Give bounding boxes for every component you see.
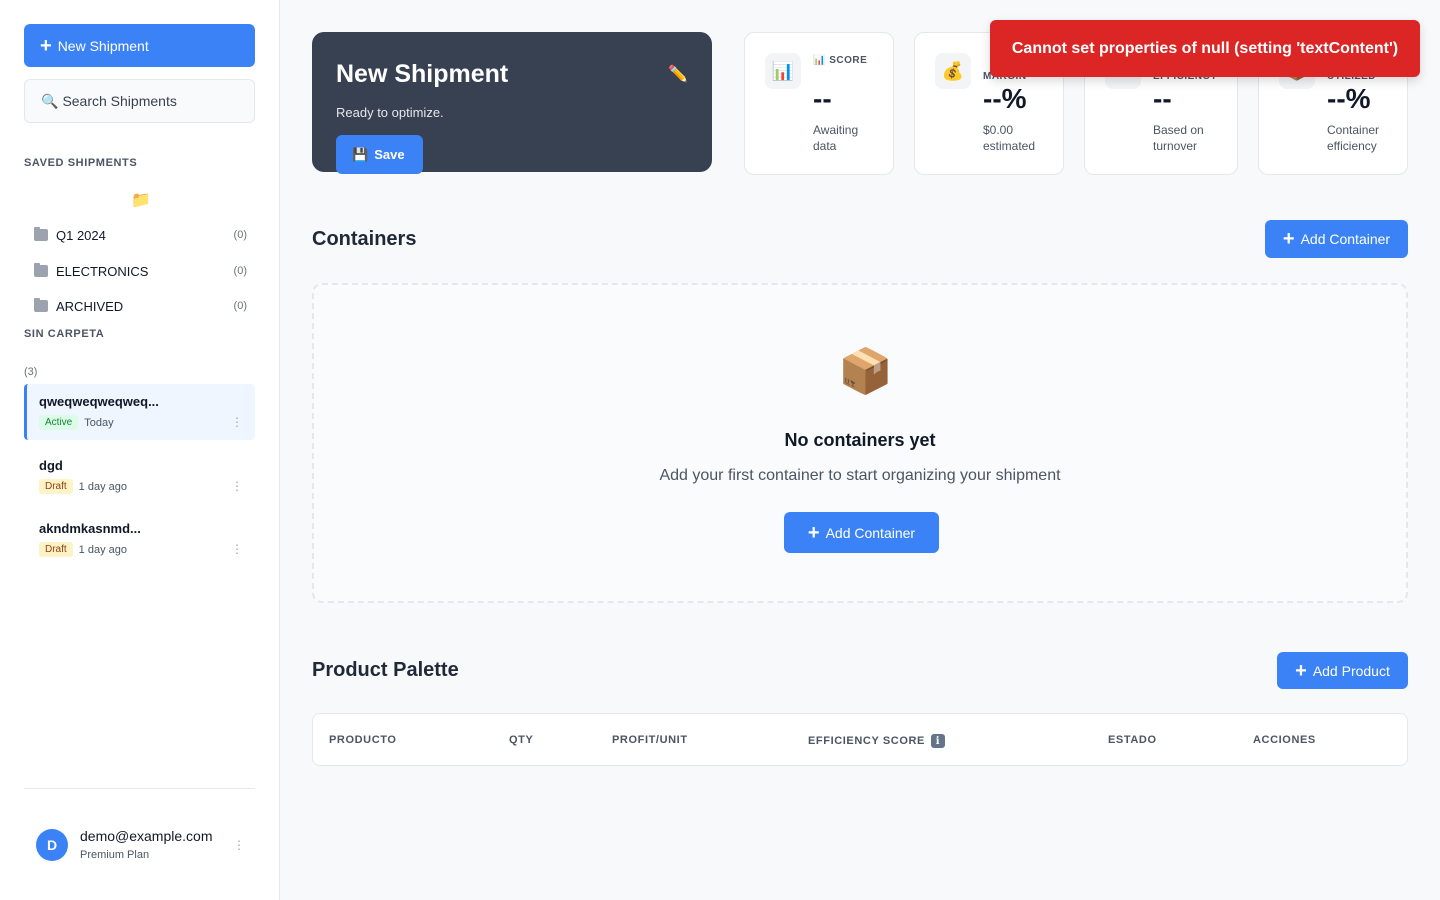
new-shipment-label: New Shipment bbox=[57, 37, 149, 54]
folder-count: (0) bbox=[233, 300, 247, 312]
folder-name: ARCHIVED bbox=[56, 298, 124, 314]
score-stat-card: 📊 📊 SCORE -- Awaiting data bbox=[744, 32, 894, 175]
shipment-item[interactable]: qweqweqweqweq... Active Today ⋮ bbox=[24, 384, 255, 440]
add-container-button[interactable]: + Add Container bbox=[784, 512, 939, 553]
plus-icon: + bbox=[807, 521, 820, 544]
add-container-button[interactable]: + Add Container bbox=[1265, 220, 1408, 258]
plus-icon: + bbox=[40, 34, 52, 57]
add-container-label: Add Container bbox=[1300, 231, 1391, 247]
add-product-label: Add Product bbox=[1312, 662, 1390, 679]
shipment-date: Today bbox=[84, 416, 114, 429]
add-container-label: Add Container bbox=[825, 524, 916, 541]
stat-value: --% bbox=[1327, 83, 1371, 114]
unfiled-count: (3) bbox=[24, 366, 38, 378]
status-badge: Draft bbox=[39, 479, 73, 494]
stat-note: Awaiting data bbox=[813, 123, 859, 153]
status-badge: Draft bbox=[39, 542, 73, 557]
product-table: PRODUCTO QTY PROFIT/UNIT EFFICIENCY SCOR… bbox=[312, 713, 1408, 766]
search-input[interactable]: 🔍 Search Shipments bbox=[24, 79, 255, 123]
save-button[interactable]: 💾 Save bbox=[336, 135, 423, 174]
folder-icon bbox=[34, 227, 48, 241]
folder-count: (0) bbox=[233, 229, 247, 241]
folder-item-q1-2024[interactable]: Q1 2024 (0) bbox=[24, 220, 255, 250]
shipment-item[interactable]: akndmkasnmd... Draft 1 day ago ⋮ bbox=[24, 511, 255, 567]
stat-value: --% bbox=[983, 83, 1027, 114]
empty-subtitle: Add your first container to start organi… bbox=[659, 467, 1061, 484]
page-title: New Shipment bbox=[336, 60, 509, 88]
more-options-icon[interactable]: ⋮ bbox=[231, 480, 243, 492]
unfiled-heading: SIN CARPETA bbox=[24, 328, 105, 340]
stat-value: -- bbox=[813, 83, 832, 114]
save-label: Save bbox=[374, 147, 405, 162]
search-placeholder: Search Shipments bbox=[62, 93, 177, 109]
user-plan: Premium Plan bbox=[80, 849, 150, 861]
money-bag-icon: 💰 bbox=[935, 53, 971, 89]
column-header[interactable]: QTY bbox=[509, 734, 533, 746]
stat-value: -- bbox=[1153, 83, 1172, 114]
info-icon[interactable]: i bbox=[930, 734, 945, 748]
bar-chart-icon: 📊 bbox=[765, 53, 801, 89]
divider bbox=[24, 788, 255, 789]
folder-name: ELECTRONICS bbox=[56, 263, 149, 279]
shipment-item[interactable]: dgd Draft 1 day ago ⋮ bbox=[24, 448, 255, 504]
user-menu-icon[interactable]: ⋮ bbox=[233, 838, 245, 852]
stat-note: Based on turnover bbox=[1153, 123, 1204, 153]
shipment-date: 1 day ago bbox=[78, 480, 127, 493]
folder-icon bbox=[34, 263, 48, 277]
column-header[interactable]: PROFIT/UNIT bbox=[612, 734, 688, 746]
hero-subtitle: Ready to optimize. bbox=[336, 105, 444, 120]
column-header[interactable]: ACCIONES bbox=[1253, 734, 1316, 746]
folder-icon bbox=[34, 298, 48, 312]
saved-shipments-heading: SAVED SHIPMENTS bbox=[24, 157, 138, 169]
error-toast[interactable]: Cannot set properties of null (setting '… bbox=[990, 20, 1420, 77]
containers-empty-state: 📦 No containers yet Add your first conta… bbox=[312, 283, 1408, 603]
more-options-icon[interactable]: ⋮ bbox=[231, 416, 243, 428]
package-icon: 📦 bbox=[838, 347, 893, 396]
stat-label: 📊 SCORE bbox=[813, 55, 868, 66]
column-header[interactable]: ESTADO bbox=[1108, 734, 1157, 746]
folder-count: (0) bbox=[233, 265, 247, 277]
stat-note: $0.00 estimated bbox=[983, 123, 1036, 153]
folder-icon: 📁 bbox=[131, 192, 151, 209]
shipment-date: 1 day ago bbox=[78, 543, 127, 556]
stat-note: Container efficiency bbox=[1327, 123, 1380, 153]
column-header[interactable]: EFFICIENCY SCORE i bbox=[808, 734, 945, 748]
shipment-header-card: New Shipment ✏️ Ready to optimize. 💾 Sav… bbox=[312, 32, 712, 174]
containers-heading: Containers bbox=[312, 228, 417, 250]
avatar[interactable]: D bbox=[36, 829, 68, 861]
empty-title: No containers yet bbox=[784, 430, 936, 450]
column-header-label: EFFICIENCY SCORE bbox=[808, 735, 925, 747]
sidebar: + New Shipment 🔍 Search Shipments SAVED … bbox=[0, 0, 280, 900]
floppy-disk-icon: 💾 bbox=[352, 146, 369, 162]
edit-pencil-icon[interactable]: ✏️ bbox=[668, 64, 688, 84]
new-shipment-button[interactable]: + New Shipment bbox=[24, 24, 255, 67]
shipment-name: akndmkasnmd... bbox=[39, 521, 141, 536]
shipment-name: dgd bbox=[39, 458, 63, 473]
plus-icon: + bbox=[1295, 659, 1307, 682]
product-palette-heading: Product Palette bbox=[312, 659, 459, 681]
user-email: demo@example.com bbox=[80, 828, 213, 844]
shipment-name: qweqweqweqweq... bbox=[39, 394, 159, 409]
column-header[interactable]: PRODUCTO bbox=[329, 734, 397, 746]
more-options-icon[interactable]: ⋮ bbox=[231, 543, 243, 555]
add-product-button[interactable]: + Add Product bbox=[1277, 652, 1408, 689]
folder-name: Q1 2024 bbox=[56, 227, 106, 243]
search-icon: 🔍 bbox=[41, 92, 59, 109]
folder-item-electronics[interactable]: ELECTRONICS (0) bbox=[24, 256, 255, 286]
status-badge: Active bbox=[39, 415, 79, 430]
plus-icon: + bbox=[1282, 228, 1295, 250]
folder-item-archived[interactable]: ARCHIVED (0) bbox=[24, 291, 255, 321]
